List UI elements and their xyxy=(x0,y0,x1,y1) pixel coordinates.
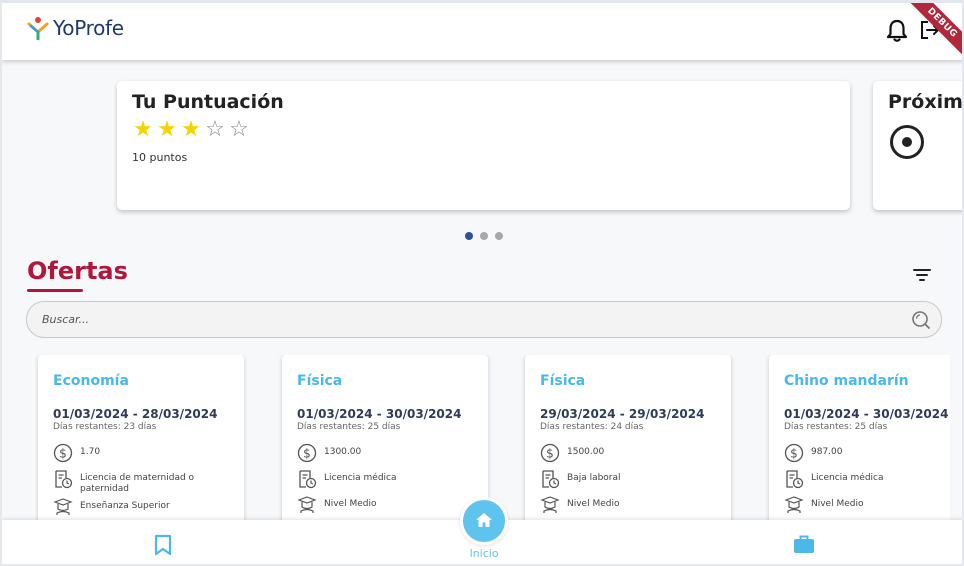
graduate-icon xyxy=(784,496,804,513)
offer-reason-row: Licencia médica xyxy=(784,469,950,489)
carousel-dot[interactable] xyxy=(495,232,503,240)
score-card-title: Tu Puntuación xyxy=(132,91,284,113)
app-header: YoProfe DEBUG xyxy=(2,3,962,65)
document-clock-icon xyxy=(786,470,804,489)
offer-level: Enseñanza Superior xyxy=(80,501,170,511)
offer-dates: 01/03/2024 - 28/03/2024 xyxy=(53,407,218,421)
radio-button-icon xyxy=(890,125,924,159)
app-frame: YoProfe DEBUG Tu Puntuación ★ ★ ★ ☆ ☆ 10… xyxy=(0,0,964,566)
offers-list: Economía 01/03/2024 - 28/03/2024 Días re… xyxy=(2,355,950,521)
offer-card[interactable]: Chino mandarín 01/03/2024 - 30/03/2024 D… xyxy=(769,355,950,521)
logo-mark-icon xyxy=(27,17,49,40)
offer-remaining-days: Días restantes: 24 días xyxy=(540,422,644,432)
offer-amount-row: $ 1500.00 xyxy=(540,443,707,463)
offer-dates: 01/03/2024 - 30/03/2024 xyxy=(297,407,462,421)
offer-amount: 1300.00 xyxy=(324,447,362,457)
graduate-icon xyxy=(540,496,560,513)
offer-amount: 1500.00 xyxy=(567,447,605,457)
offer-level-row: Enseñanza Superior xyxy=(53,497,220,517)
bell-icon[interactable] xyxy=(886,19,908,43)
offer-amount: 1.70 xyxy=(80,447,101,457)
filter-icon[interactable] xyxy=(913,269,931,283)
offer-reason: Licencia médica xyxy=(811,473,884,483)
document-clock-icon xyxy=(55,470,73,489)
document-clock-icon xyxy=(542,470,560,489)
offer-level-row: Nivel Medio xyxy=(784,495,950,515)
star-filled-icon: ★ xyxy=(157,117,177,142)
offer-subject: Economía xyxy=(53,373,129,389)
offer-card[interactable]: Física 01/03/2024 - 30/03/2024 Días rest… xyxy=(282,355,488,521)
dollar-icon: $ xyxy=(53,443,73,463)
offer-level: Nivel Medio xyxy=(811,499,864,509)
offer-remaining-days: Días restantes: 23 días xyxy=(53,422,157,432)
graduate-icon xyxy=(297,496,317,513)
document-clock-icon xyxy=(299,470,317,489)
app-logo: YoProfe xyxy=(27,16,124,40)
bookmark-icon[interactable] xyxy=(153,534,173,556)
offer-remaining-days: Días restantes: 25 días xyxy=(784,422,888,432)
star-empty-icon: ☆ xyxy=(205,117,225,142)
star-rating: ★ ★ ★ ☆ ☆ xyxy=(132,119,250,141)
offer-amount-row: $ 1.70 xyxy=(53,443,220,463)
offer-subject: Física xyxy=(540,373,586,389)
section-title-underline xyxy=(27,289,83,292)
offer-amount-row: $ 987.00 xyxy=(784,443,950,463)
offer-reason-row: Licencia de maternidad o paternidad xyxy=(53,469,220,495)
app-name: YoProfe xyxy=(53,16,124,40)
star-filled-icon: ★ xyxy=(133,117,153,142)
svg-text:$: $ xyxy=(303,447,311,461)
offer-reason: Licencia médica xyxy=(324,473,397,483)
score-points: 10 puntos xyxy=(132,151,188,164)
search-bar[interactable]: Buscar... xyxy=(26,301,942,338)
offer-reason-row: Baja laboral xyxy=(540,469,707,489)
svg-text:$: $ xyxy=(546,447,554,461)
carousel-dot[interactable] xyxy=(480,232,488,240)
dollar-icon: $ xyxy=(784,443,804,463)
bottom-navigation: Inicio xyxy=(2,497,962,564)
next-card[interactable]: Próxim xyxy=(873,81,963,210)
home-label[interactable]: Inicio xyxy=(460,547,508,560)
offer-remaining-days: Días restantes: 25 días xyxy=(297,422,401,432)
graduate-icon xyxy=(53,498,73,515)
offer-level-row: Nivel Medio xyxy=(297,495,464,515)
section-title: Ofertas xyxy=(27,257,128,285)
offer-card[interactable]: Física 29/03/2024 - 29/03/2024 Días rest… xyxy=(525,355,731,521)
search-input[interactable]: Buscar... xyxy=(42,313,89,326)
dollar-icon: $ xyxy=(297,443,317,463)
offer-dates: 01/03/2024 - 30/03/2024 xyxy=(784,407,949,421)
offer-reason: Licencia de maternidad o paternidad xyxy=(80,473,195,494)
star-empty-icon: ☆ xyxy=(229,117,249,142)
offer-subject: Física xyxy=(297,373,343,389)
offer-amount: 987.00 xyxy=(811,447,843,457)
search-icon[interactable] xyxy=(911,310,931,330)
offer-reason-row: Licencia médica xyxy=(297,469,464,489)
next-card-title: Próxim xyxy=(888,91,963,113)
home-icon xyxy=(476,513,492,527)
offer-level: Nivel Medio xyxy=(567,499,620,509)
briefcase-icon[interactable] xyxy=(793,534,815,554)
star-filled-icon: ★ xyxy=(181,117,201,142)
offer-dates: 29/03/2024 - 29/03/2024 xyxy=(540,407,705,421)
svg-text:$: $ xyxy=(790,447,798,461)
dollar-icon: $ xyxy=(540,443,560,463)
offer-amount-row: $ 1300.00 xyxy=(297,443,464,463)
carousel-pagination xyxy=(465,232,503,240)
offer-reason: Baja laboral xyxy=(567,473,621,483)
offer-level: Nivel Medio xyxy=(324,499,377,509)
svg-text:$: $ xyxy=(59,447,67,461)
offer-card[interactable]: Economía 01/03/2024 - 28/03/2024 Días re… xyxy=(38,355,244,521)
offer-subject: Chino mandarín xyxy=(784,373,909,389)
home-button[interactable] xyxy=(460,497,508,545)
offer-level-row: Nivel Medio xyxy=(540,495,707,515)
carousel-dot-active[interactable] xyxy=(465,232,473,240)
score-card[interactable]: Tu Puntuación ★ ★ ★ ☆ ☆ 10 puntos xyxy=(117,81,850,210)
